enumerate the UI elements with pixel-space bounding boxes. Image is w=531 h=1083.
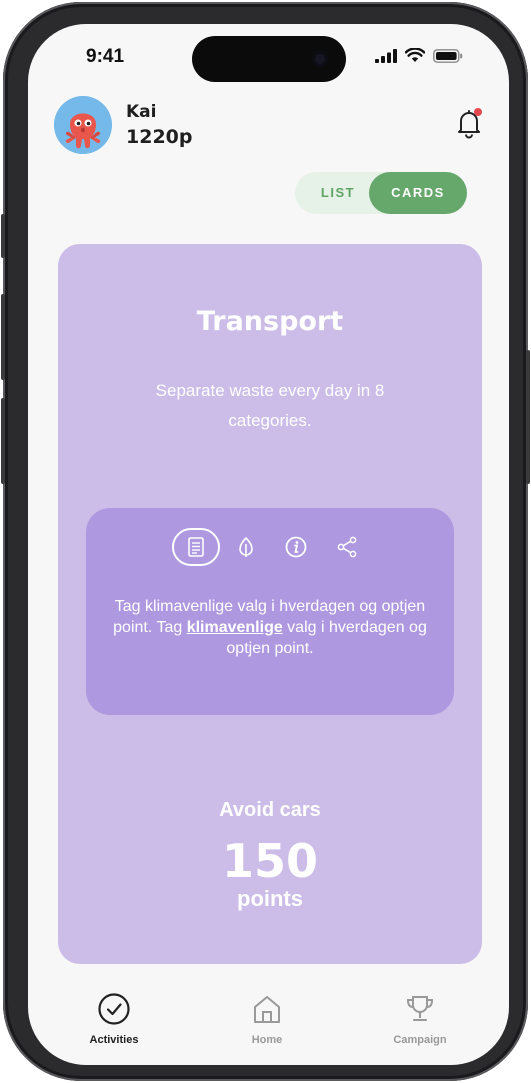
trophy-icon xyxy=(406,996,434,1021)
action-button xyxy=(1,214,5,258)
wifi-icon xyxy=(405,48,425,62)
power-button xyxy=(526,350,530,484)
tab-info[interactable] xyxy=(276,528,316,566)
tab-campaign[interactable]: Campaign xyxy=(360,992,480,1046)
check-circle-icon xyxy=(98,993,130,1025)
info-text: Tag klimavenlige valg i hverdagen og opt… xyxy=(102,596,438,659)
screen: 9:41 Kai 1220p LIST CARDS Transport Sepa… xyxy=(28,24,509,1065)
octopus-icon xyxy=(54,96,112,154)
card-title: Transport xyxy=(196,306,344,337)
bell-icon xyxy=(458,108,482,139)
avatar[interactable] xyxy=(54,96,112,154)
view-toggle: LIST CARDS xyxy=(295,172,467,214)
tab-home-label: Home xyxy=(251,1034,283,1046)
tab-bar: Activities Home Campaign xyxy=(28,974,509,1065)
status-time: 9:41 xyxy=(86,46,125,67)
user-header: Kai 1220p xyxy=(54,96,484,156)
notifications-button[interactable] xyxy=(452,106,486,140)
tab-campaign-label: Campaign xyxy=(393,1034,447,1046)
tab-home[interactable]: Home xyxy=(207,992,327,1046)
tab-activities-label: Activities xyxy=(89,1034,139,1046)
signal-icon xyxy=(375,48,397,63)
activity-card[interactable]: Transport Separate waste every day in 8 … xyxy=(58,244,482,964)
tab-leaf[interactable] xyxy=(226,528,266,566)
toggle-list[interactable]: LIST xyxy=(305,172,371,214)
user-name: Kai xyxy=(126,102,157,122)
status-icons xyxy=(375,48,463,63)
toggle-cards[interactable]: CARDS xyxy=(369,172,467,214)
camera-icon xyxy=(312,51,328,67)
notification-dot xyxy=(474,108,482,116)
volume-down-button xyxy=(1,398,5,484)
info-text-link[interactable]: klimavenlige xyxy=(187,619,283,636)
tab-share[interactable] xyxy=(327,528,367,566)
activity-name: Avoid cars xyxy=(219,799,321,821)
document-icon xyxy=(188,537,204,557)
status-bar: 9:41 xyxy=(28,24,509,84)
dynamic-island xyxy=(192,36,346,82)
user-points: 1220p xyxy=(126,126,193,148)
battery-icon xyxy=(433,48,463,63)
card-subtitle: Separate waste every day in 8 categories… xyxy=(155,381,385,430)
leaf-icon xyxy=(239,536,253,557)
tab-activities[interactable]: Activities xyxy=(54,992,174,1046)
home-icon xyxy=(254,996,280,1023)
share-icon xyxy=(337,536,357,558)
activity-points: 150 xyxy=(221,834,319,888)
tab-document[interactable] xyxy=(172,528,220,566)
info-panel: Tag klimavenlige valg i hverdagen og opt… xyxy=(86,508,454,715)
phone-frame: 9:41 Kai 1220p LIST CARDS Transport Sepa… xyxy=(1,2,530,1081)
info-icon xyxy=(285,536,307,558)
points-unit: points xyxy=(237,886,303,911)
info-tabs xyxy=(86,528,454,566)
volume-up-button xyxy=(1,294,5,380)
